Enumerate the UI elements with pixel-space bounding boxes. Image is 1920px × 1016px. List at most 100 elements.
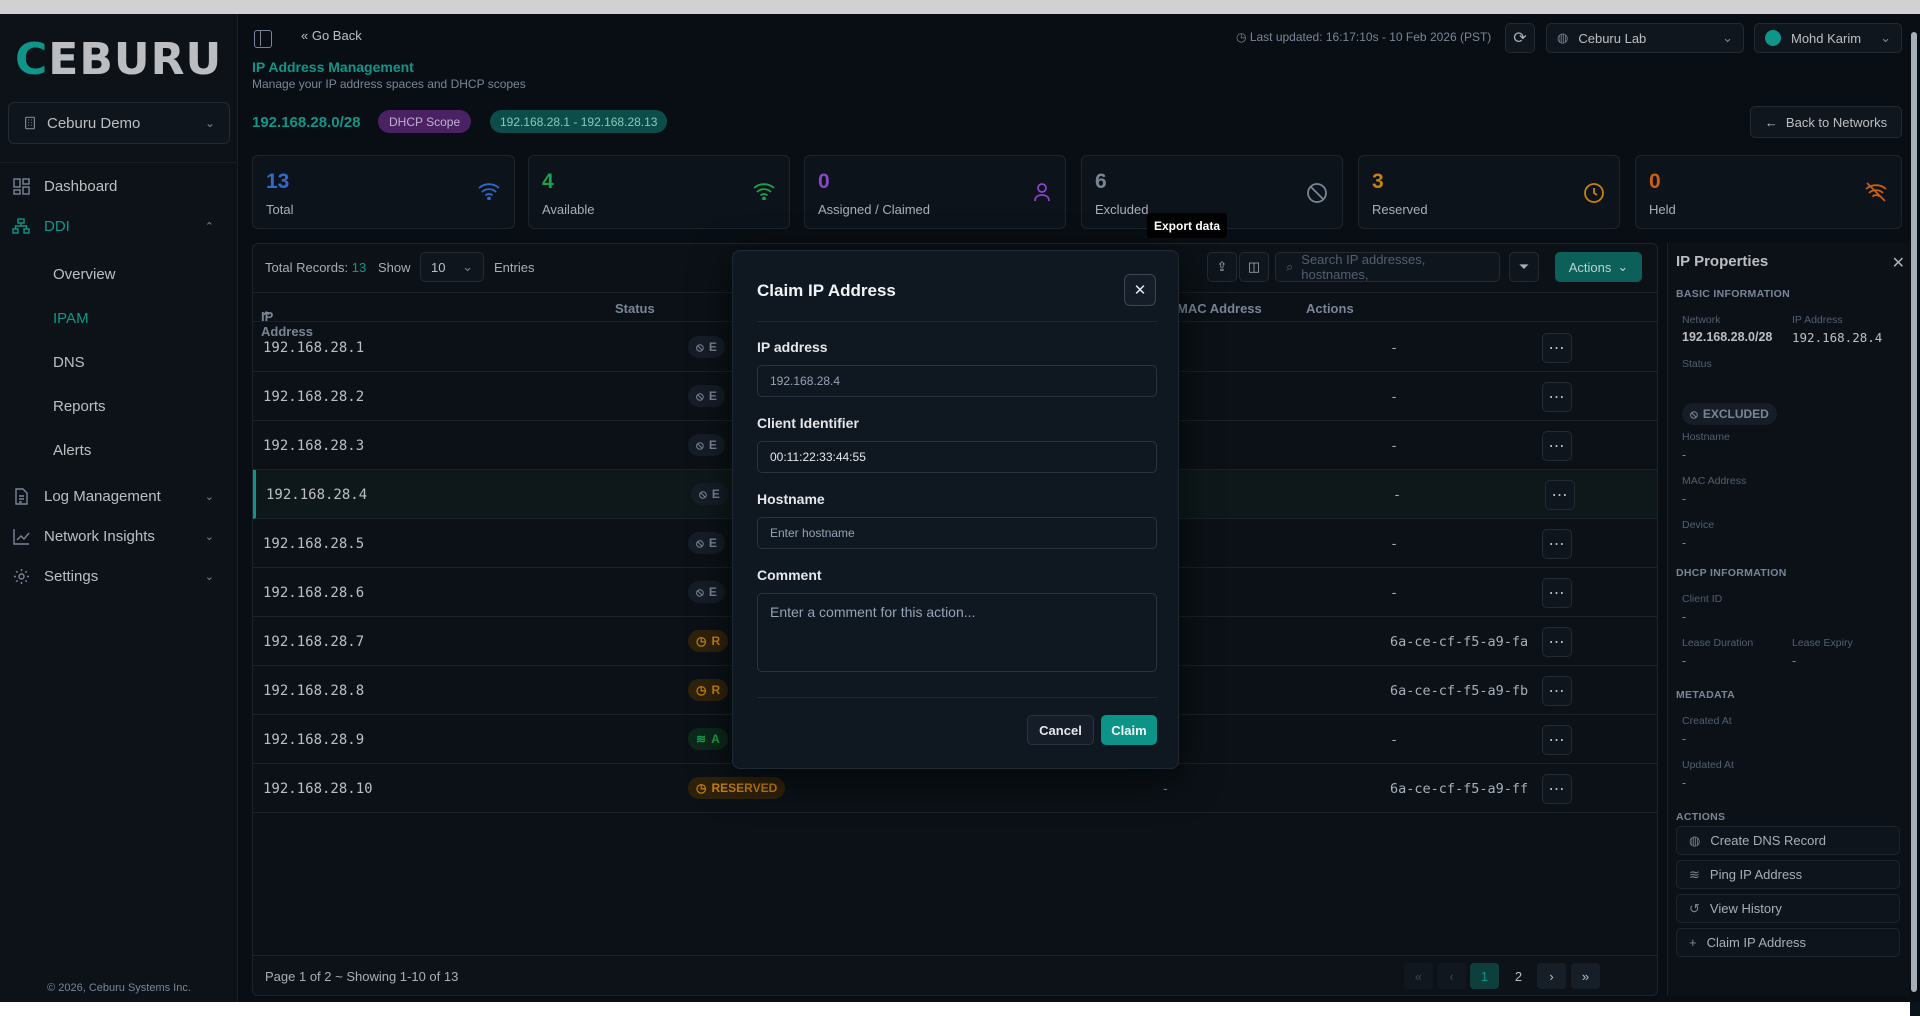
stat-held[interactable]: 0 Held [1635,155,1902,229]
mac-label: MAC Address [1682,475,1747,487]
ceburu-logo[interactable]: CEBURU [15,34,222,85]
lab-name: Ceburu Lab [1578,30,1647,46]
globe-icon: ◍ [1689,832,1701,848]
dialog-title: Claim IP Address [757,281,896,300]
divider [0,162,238,163]
row-actions-button[interactable]: ⋯ [1542,725,1572,755]
back-to-networks-button[interactable]: ← Back to Networks [1750,106,1902,138]
sidebar-item-reports[interactable]: Reports [0,384,238,428]
claim-ip-button[interactable]: + Claim IP Address [1676,928,1900,957]
sidebar-item-log-management[interactable]: Log Management ⌄ [0,476,238,516]
filter-button[interactable]: ⏷ [1509,252,1539,282]
table-row[interactable]: 192.168.28.10 ◷ RESERVED - 6a-ce-cf-f5-a9-ff… [253,764,1657,813]
user-name: Mohd Karim [1791,30,1862,46]
sidebar-item-ddi[interactable]: DDI ⌃ [0,206,238,246]
row-actions-button[interactable]: ⋯ [1542,627,1572,657]
create-dns-record-button[interactable]: ◍ Create DNS Record [1676,826,1900,855]
history-icon: ↺ [1689,900,1700,916]
sidebar-item-overview[interactable]: Overview [0,252,238,296]
chevron-down-icon: ⌄ [1617,259,1629,274]
status-badge: ⦸ E [688,434,725,456]
status-icon: ⦸ [696,388,704,403]
ping-ip-button[interactable]: ≋ Ping IP Address [1676,860,1900,889]
view-history-button[interactable]: ↺ View History [1676,894,1900,923]
sidebar-item-ipam[interactable]: IPAM [0,296,238,340]
page-2-button[interactable]: 2 [1504,963,1533,989]
page-1-button[interactable]: 1 [1470,963,1499,989]
search-icon: ⌕ [1286,259,1294,274]
cancel-button[interactable]: Cancel [1027,715,1094,745]
copyright-footer: © 2026, Ceburu Systems Inc. [47,982,191,994]
ip-address-field[interactable]: 192.168.28.4 [757,365,1157,397]
row-actions-button[interactable]: ⋯ [1542,431,1572,461]
stat-reserved[interactable]: 3 Reserved [1358,155,1620,229]
mac-address-cell: - [1390,585,1399,601]
client-id-label: Client ID [1682,593,1723,605]
stat-total[interactable]: 13 Total [252,155,515,229]
ip-address-cell: 192.168.28.9 [263,732,365,748]
row-actions-button[interactable]: ⋯ [1542,676,1572,706]
more-icon: ⋯ [1551,487,1569,504]
user-menu[interactable]: Mohd Karim ⌄ [1754,23,1902,53]
sidebar-item-dns[interactable]: DNS [0,340,238,384]
chevron-down-icon: ⌄ [1722,30,1733,45]
more-icon: ⋯ [1548,389,1566,406]
row-actions-button[interactable]: ⋯ [1542,382,1572,412]
ip-address-cell: 192.168.28.6 [263,585,365,601]
sidebar-item-dashboard[interactable]: Dashboard [0,166,238,206]
search-input[interactable]: ⌕ Search IP addresses, hostnames, [1275,252,1500,282]
scope-badge: DHCP Scope [378,110,472,133]
sidebar-item-settings[interactable]: Settings ⌄ [0,556,238,596]
row-actions-button[interactable]: ⋯ [1542,333,1572,363]
sidebar-item-network-insights[interactable]: Network Insights ⌄ [0,516,238,556]
status-icon: ◷ [696,683,707,697]
row-actions-button[interactable]: ⋯ [1545,480,1575,510]
next-page-button[interactable]: › [1537,963,1566,989]
sidebar-toggle-icon[interactable] [254,30,272,48]
go-back-link[interactable]: « Go Back [301,28,362,43]
lease-duration-label: Lease Duration [1682,637,1754,649]
stat-label: Excluded [1095,202,1149,217]
mac-value: - [1682,492,1687,506]
chevron-down-icon: ⌄ [204,490,214,503]
lease-expiry-value: - [1792,654,1797,668]
scrollbar-thumb[interactable] [1911,32,1917,992]
row-actions-button[interactable]: ⋯ [1542,578,1572,608]
close-button[interactable]: ✕ [1124,274,1156,306]
columns-button[interactable]: ◫ [1239,252,1269,282]
col-actions: Actions [1306,301,1354,316]
status-icon: ⦸ [696,437,704,452]
comment-field[interactable]: Enter a comment for this action... [757,593,1157,672]
page-subtitle: Manage your IP address spaces and DHCP s… [252,77,526,91]
actions-button[interactable]: Actions ⌄ [1555,252,1642,282]
scrollbar[interactable] [1910,28,1920,1016]
stat-available[interactable]: 4 Available [528,155,790,229]
status-badge: ⦸ E [688,581,725,603]
status-icon: ◷ [696,634,707,648]
hostname-field[interactable]: Enter hostname [757,517,1157,549]
sidebar-item-alerts[interactable]: Alerts [0,428,238,472]
close-icon: ✕ [1133,282,1147,299]
col-status[interactable]: Status [615,301,655,316]
chart-icon [12,527,30,545]
row-actions-button[interactable]: ⋯ [1542,529,1572,559]
org-selector[interactable]: Ceburu Demo ⌄ [8,102,230,144]
lab-selector[interactable]: ◍ Ceburu Lab ⌄ [1546,23,1744,53]
status-badge: ⦸ E [691,483,728,505]
prev-page-button[interactable]: ‹ [1437,963,1466,989]
row-actions-button[interactable]: ⋯ [1542,774,1572,804]
first-page-button[interactable]: « [1404,963,1433,989]
last-page-button[interactable]: » [1571,963,1600,989]
status-label: Status [1682,358,1712,370]
refresh-button[interactable]: ⟳ [1505,23,1535,53]
client-identifier-field[interactable]: 00:11:22:33:44:55 [757,441,1157,473]
status-badge: ⦸ E [688,532,725,554]
show-label: Show [378,260,411,275]
claim-button[interactable]: Claim [1101,715,1157,745]
page-size-select[interactable]: 10 ⌄ [420,252,484,282]
more-icon: ⋯ [1548,683,1566,700]
stat-assigned[interactable]: 0 Assigned / Claimed [804,155,1066,229]
col-mac[interactable]: MAC Address [1177,301,1262,316]
sidebar-item-label: Network Insights [44,527,155,545]
close-icon[interactable]: ✕ [1892,253,1905,273]
